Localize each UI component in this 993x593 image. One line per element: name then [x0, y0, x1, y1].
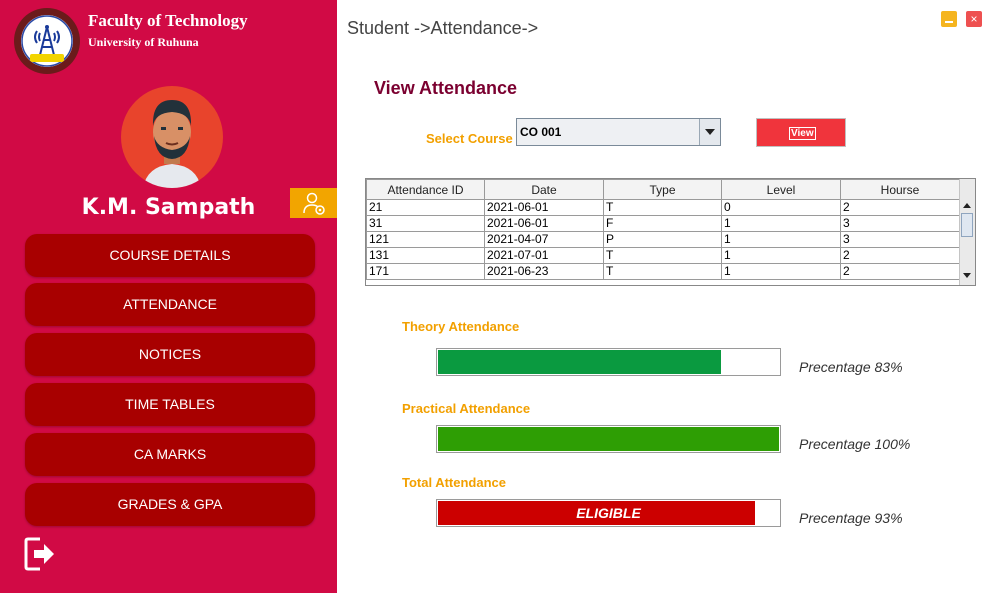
- table-row[interactable]: 131 2021-07-01 T 1 2: [366, 247, 960, 264]
- table-cell: T: [603, 247, 722, 264]
- student-avatar: [121, 86, 223, 188]
- table-cell: T: [603, 263, 722, 280]
- table-row[interactable]: 121 2021-04-07 P 1 3: [366, 231, 960, 248]
- logout-icon[interactable]: [24, 536, 56, 572]
- student-name: K.M. Sampath: [81, 195, 256, 220]
- table-row[interactable]: 21 2021-06-01 T 0 2: [366, 199, 960, 216]
- nav-grades-gpa-button[interactable]: GRADES & GPA: [25, 483, 315, 526]
- column-header[interactable]: Attendance ID: [366, 179, 485, 200]
- selected-course-value: CO 001: [520, 125, 562, 139]
- total-attendance-progress: ELIGIBLE: [436, 499, 781, 527]
- user-settings-icon[interactable]: [290, 188, 337, 218]
- sidebar: Faculty of Technology University of Ruhu…: [0, 0, 337, 593]
- table-cell: 121: [366, 231, 485, 248]
- table-cell: 1: [721, 247, 841, 264]
- table-cell: 2: [840, 247, 960, 264]
- nav-notices-button[interactable]: NOTICES: [25, 333, 315, 376]
- scroll-up-icon[interactable]: [963, 203, 971, 208]
- scroll-thumb[interactable]: [961, 213, 973, 237]
- table-scrollbar[interactable]: [959, 179, 975, 285]
- column-header[interactable]: Date: [484, 179, 604, 200]
- theory-attendance-progress: [436, 348, 781, 376]
- column-header[interactable]: Level: [721, 179, 841, 200]
- chevron-down-icon[interactable]: [699, 119, 720, 145]
- table-cell: 2021-06-23: [484, 263, 604, 280]
- attendance-table[interactable]: Attendance ID Date Type Level Hourse 21 …: [365, 178, 976, 286]
- eligibility-status: ELIGIBLE: [576, 505, 641, 521]
- table-cell: 2021-04-07: [484, 231, 604, 248]
- table-cell: P: [603, 231, 722, 248]
- table-cell: 131: [366, 247, 485, 264]
- table-cell: 3: [840, 215, 960, 232]
- nav-attendance-button[interactable]: ATTENDANCE: [25, 283, 315, 326]
- theory-progress-fill: [438, 350, 721, 374]
- practical-progress-fill: [438, 427, 779, 451]
- university-name: University of Ruhuna: [88, 35, 199, 49]
- view-button-label: View: [789, 127, 816, 140]
- table-row[interactable]: 171 2021-06-23 T 1 2: [366, 263, 960, 280]
- nav-ca-marks-button[interactable]: CA MARKS: [25, 433, 315, 476]
- nav-course-details-button[interactable]: COURSE DETAILS: [25, 234, 315, 277]
- table-cell: T: [603, 199, 722, 216]
- table-cell: 1: [721, 263, 841, 280]
- table-cell: 2021-06-01: [484, 199, 604, 216]
- table-cell: 3: [840, 231, 960, 248]
- total-percentage: Precentage 93%: [799, 510, 903, 526]
- breadcrumb: Student ->Attendance->: [347, 18, 539, 38]
- table-cell: 1: [721, 215, 841, 232]
- total-attendance-label: Total Attendance: [402, 475, 507, 490]
- close-icon[interactable]: ×: [966, 11, 982, 27]
- faculty-logo: [14, 8, 80, 74]
- table-cell: 2: [840, 263, 960, 280]
- minimize-icon[interactable]: [941, 11, 957, 27]
- table-cell: 2: [840, 199, 960, 216]
- theory-percentage: Precentage 83%: [799, 359, 903, 375]
- table-cell: F: [603, 215, 722, 232]
- scroll-down-icon[interactable]: [963, 273, 971, 278]
- table-cell: 2021-06-01: [484, 215, 604, 232]
- table-header-row: Attendance ID Date Type Level Hourse: [366, 179, 960, 200]
- practical-attendance-progress: [436, 425, 781, 453]
- table-row[interactable]: 31 2021-06-01 F 1 3: [366, 215, 960, 232]
- page-title: View Attendance: [374, 78, 518, 98]
- table-cell: 1: [721, 231, 841, 248]
- practical-attendance-label: Practical Attendance: [402, 401, 531, 416]
- nav-time-tables-button[interactable]: TIME TABLES: [25, 383, 315, 426]
- select-course-label: Select Course: [426, 131, 513, 146]
- faculty-name: Faculty of Technology: [88, 11, 248, 30]
- column-header[interactable]: Hourse: [840, 179, 960, 200]
- column-header[interactable]: Type: [603, 179, 722, 200]
- table-cell: 21: [366, 199, 485, 216]
- view-button[interactable]: View: [756, 118, 846, 147]
- table-cell: 31: [366, 215, 485, 232]
- practical-percentage: Precentage 100%: [799, 436, 911, 452]
- theory-attendance-label: Theory Attendance: [402, 319, 520, 334]
- course-select[interactable]: CO 001: [516, 118, 721, 146]
- table-cell: 2021-07-01: [484, 247, 604, 264]
- table-cell: 0: [721, 199, 841, 216]
- table-cell: 171: [366, 263, 485, 280]
